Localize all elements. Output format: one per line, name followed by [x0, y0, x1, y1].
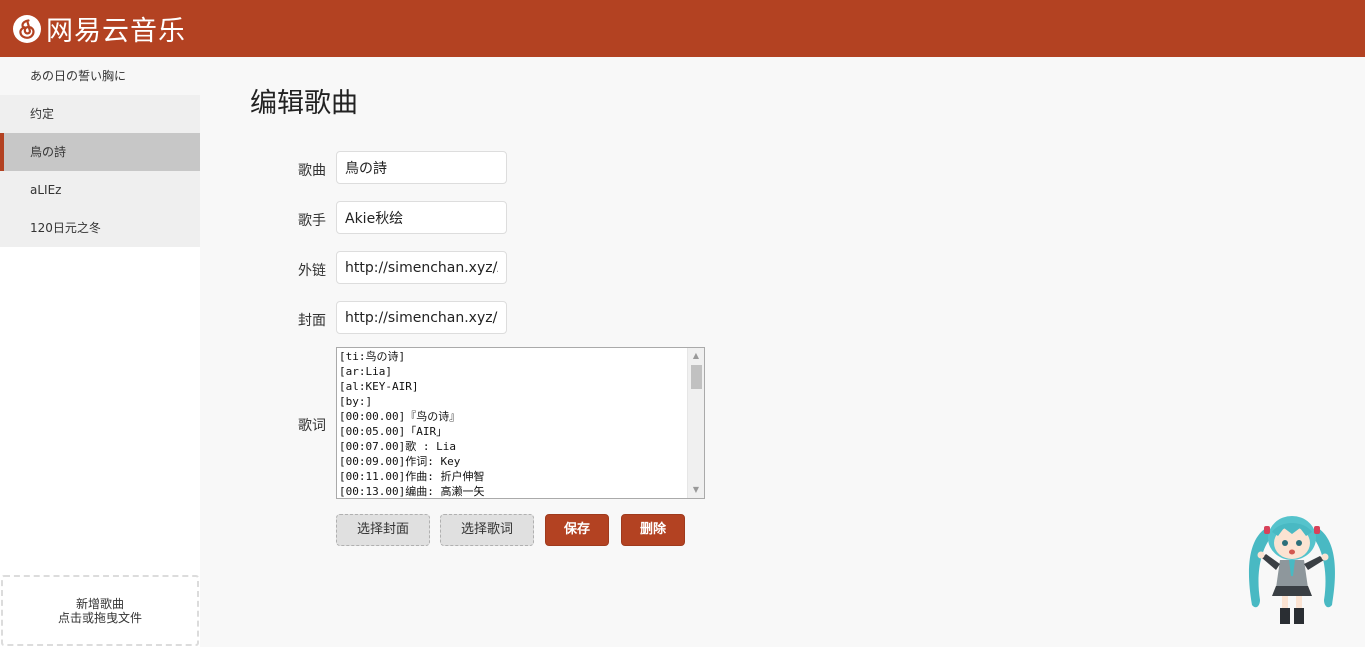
choose-cover-button[interactable]: 选择封面: [336, 514, 430, 546]
singer-label: 歌手: [298, 213, 326, 229]
lyrics-scrollbar[interactable]: ▲ ▼: [687, 348, 704, 498]
scroll-down-icon[interactable]: ▼: [688, 482, 704, 498]
lyrics-line: [00:13.00]编曲: 高濑一矢: [339, 485, 485, 498]
lyrics-line: [00:09.00]作词: Key: [339, 455, 461, 468]
scroll-thumb[interactable]: [691, 365, 702, 389]
lyrics-label: 歌词: [298, 418, 326, 434]
app-title: 网易云音乐: [46, 16, 186, 47]
upload-title: 新增歌曲: [75, 596, 124, 611]
song-list-item[interactable]: 约定: [0, 95, 200, 133]
cover-label: 封面: [298, 313, 326, 329]
choose-lyrics-button[interactable]: 选择歌词: [440, 514, 534, 546]
link-input[interactable]: [336, 251, 507, 284]
song-name-input[interactable]: [336, 151, 507, 184]
upload-drop-zone[interactable]: 新增歌曲 点击或拖曳文件: [1, 575, 199, 646]
lyrics-line: [al:KEY-AIR]: [339, 380, 419, 393]
link-label: 外链: [298, 263, 326, 279]
song-list-item-active[interactable]: 鳥の詩: [0, 133, 200, 171]
song-label: 歌曲: [298, 163, 326, 179]
song-list-item[interactable]: 120日元之冬: [0, 209, 200, 247]
lyrics-line: [00:00.00]『鸟の诗』: [339, 410, 461, 423]
hatsune-miku-mascot-image: [1248, 516, 1336, 624]
lyrics-line: [by:]: [339, 395, 373, 408]
lyrics-content: [ti:鸟の诗] [ar:Lia] [al:KEY-AIR] [by:] [00:00.…: [339, 349, 689, 498]
top-bar: 网易云音乐: [0, 0, 1365, 57]
cover-url-input[interactable]: [336, 301, 507, 334]
page-title: 编辑歌曲: [250, 88, 358, 119]
song-list-sidebar: あの日の誓い胸に 约定 鳥の詩 aLIEz 120日元之冬 新增歌曲 点击或拖曳…: [0, 57, 200, 647]
singer-input[interactable]: [336, 201, 507, 234]
lyrics-textarea[interactable]: [ti:鸟の诗] [ar:Lia] [al:KEY-AIR] [by:] [00:00.…: [336, 347, 705, 499]
lyrics-line: [00:07.00]歌 : Lia: [339, 440, 456, 453]
song-list-item[interactable]: あの日の誓い胸に: [0, 57, 200, 95]
save-button[interactable]: 保存: [545, 514, 609, 546]
lyrics-line: [00:11.00]作曲: 折户伸智: [339, 470, 485, 483]
edit-song-panel: 编辑歌曲 歌曲 歌手 外链 封面 歌词 [ti:鸟の诗] [ar:Lia] [al:…: [200, 57, 1365, 647]
lyrics-line: [ti:鸟の诗]: [339, 350, 406, 363]
delete-button[interactable]: 删除: [621, 514, 685, 546]
netease-music-logo-icon: [13, 14, 41, 43]
upload-hint: 点击或拖曳文件: [57, 610, 142, 625]
lyrics-line: [ar:Lia]: [339, 365, 392, 378]
song-list-item[interactable]: aLIEz: [0, 171, 200, 209]
scroll-up-icon[interactable]: ▲: [688, 348, 704, 364]
lyrics-line: [00:05.00]「AIR」: [339, 425, 448, 438]
